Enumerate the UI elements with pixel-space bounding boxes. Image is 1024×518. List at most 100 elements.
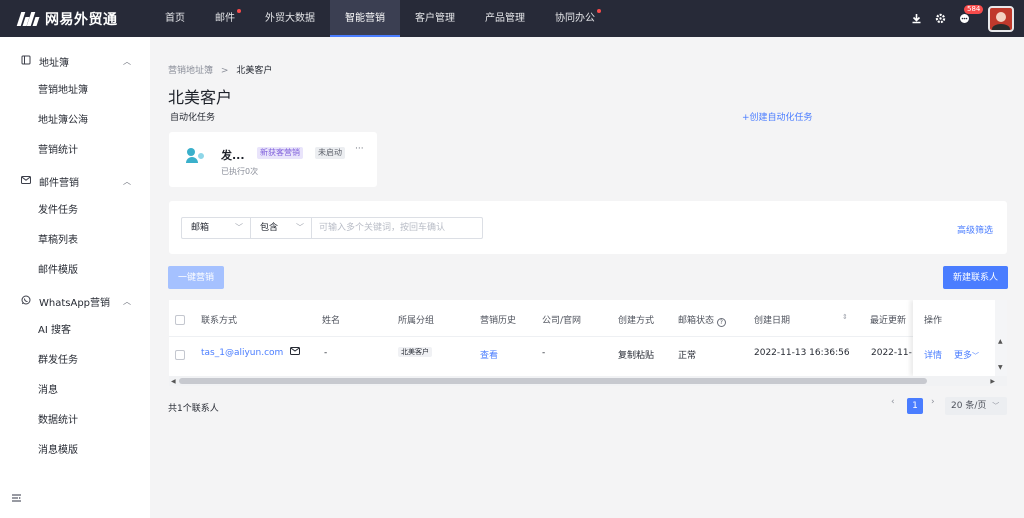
sidebar-item-mail-templates[interactable]: 邮件模版 bbox=[0, 256, 150, 286]
new-contact-button[interactable]: 新建联系人 bbox=[943, 266, 1008, 289]
help-icon[interactable]: ? bbox=[716, 318, 726, 327]
more-options-icon[interactable]: ··· bbox=[355, 144, 364, 154]
page-number-current[interactable]: 1 bbox=[907, 398, 923, 414]
breadcrumb-current: 北美客户 bbox=[236, 66, 273, 76]
chevron-up-icon: ︿ bbox=[123, 176, 131, 186]
book-icon bbox=[21, 55, 32, 68]
users-icon bbox=[186, 148, 208, 166]
filter-operator-value: 包含 bbox=[260, 223, 279, 233]
top-navbar: 网易外贸通 首页 邮件 外贸大数据 智能营销 客户管理 产品管理 协同办公 58… bbox=[0, 0, 1024, 37]
chevron-down-icon: ﹀ bbox=[992, 402, 1000, 410]
column-header-method: 创建方式 bbox=[618, 316, 655, 326]
top-right-tools: 584 bbox=[910, 0, 1024, 37]
sidebar-item-marketing-stats[interactable]: 营销统计 bbox=[0, 136, 150, 166]
sidebar-item-send-tasks[interactable]: 发件任务 bbox=[0, 196, 150, 226]
task-status-tag: 未启动 bbox=[315, 147, 345, 159]
filter-field-select[interactable]: 邮箱 ﹀ bbox=[181, 217, 251, 239]
more-actions-link[interactable]: 更多﹀ bbox=[954, 348, 979, 361]
sidebar-item-marketing-addressbook[interactable]: 营销地址簿 bbox=[0, 76, 150, 106]
nav-trade-data[interactable]: 外贸大数据 bbox=[250, 0, 330, 37]
nav-product[interactable]: 产品管理 bbox=[470, 0, 540, 37]
cell-group: 北美客户 bbox=[398, 347, 432, 357]
sidebar-group-addressbook[interactable]: 地址簿 ︿ bbox=[0, 46, 150, 76]
nav-customer[interactable]: 客户管理 bbox=[400, 0, 470, 37]
next-page-icon[interactable]: › bbox=[931, 397, 935, 407]
breadcrumb-parent[interactable]: 营销地址簿 bbox=[168, 66, 213, 76]
select-all-checkbox[interactable] bbox=[175, 315, 185, 325]
sidebar-item-public-pool[interactable]: 地址簿公海 bbox=[0, 106, 150, 136]
sidebar-group-whatsapp[interactable]: WhatsApp营销 ︿ bbox=[0, 286, 150, 316]
cell-name: - bbox=[324, 348, 328, 358]
sidebar-item-drafts[interactable]: 草稿列表 bbox=[0, 226, 150, 256]
sidebar-group-label: 邮件营销 bbox=[39, 177, 79, 189]
nav-mail[interactable]: 邮件 bbox=[200, 0, 250, 37]
filter-panel: 邮箱 ﹀ 包含 ﹀ 高级筛选 bbox=[169, 201, 1007, 254]
sidebar-item-message-templates[interactable]: 消息模版 bbox=[0, 436, 150, 466]
sidebar-item-data-stats[interactable]: 数据统计 bbox=[0, 406, 150, 436]
collapse-sidebar-icon[interactable] bbox=[11, 493, 22, 506]
column-header-updated: 最近更新 bbox=[870, 316, 907, 326]
message-badge: 584 bbox=[964, 4, 984, 14]
page-size-select[interactable]: 20 条/页 ﹀ bbox=[945, 397, 1007, 415]
nav-home[interactable]: 首页 bbox=[150, 0, 200, 37]
sidebar-item-broadcast-tasks[interactable]: 群发任务 bbox=[0, 346, 150, 376]
detail-link[interactable]: 详情 bbox=[924, 348, 942, 361]
contact-email-link[interactable]: tas_1@aliyun.com bbox=[201, 348, 283, 358]
scroll-up-icon[interactable]: ▲ bbox=[998, 338, 1003, 345]
automation-task-card[interactable]: 发... 新获客营销 未启动 ··· 已执行0次 bbox=[169, 132, 377, 187]
header-divider bbox=[169, 336, 1007, 337]
advanced-filter-link[interactable]: 高级筛选 bbox=[957, 223, 993, 236]
column-header-group: 所属分组 bbox=[398, 316, 435, 326]
horizontal-scrollbar[interactable]: ◀ ▶ bbox=[169, 376, 1007, 386]
scroll-left-icon[interactable]: ◀ bbox=[171, 378, 176, 385]
column-header-status: 邮箱状态 ? bbox=[678, 313, 726, 327]
nav-collab-label: 协同办公 bbox=[555, 13, 595, 24]
logo[interactable]: 网易外贸通 bbox=[0, 9, 150, 29]
cell-updated-date: 2022-11- bbox=[871, 348, 912, 358]
nav-collab[interactable]: 协同办公 bbox=[540, 0, 610, 37]
cell-email-status: 正常 bbox=[678, 351, 697, 361]
contacts-table: 联系方式 姓名 所属分组 营销历史 公司/官网 创建方式 邮箱状态 ? 创建日期… bbox=[169, 300, 1007, 386]
sidebar-item-ai-search[interactable]: AI 搜客 bbox=[0, 316, 150, 346]
bulk-marketing-button[interactable]: 一键营销 bbox=[168, 266, 224, 289]
gear-icon[interactable] bbox=[934, 13, 946, 25]
filter-operator-select[interactable]: 包含 ﹀ bbox=[250, 217, 312, 239]
sidebar-group-label: 地址簿 bbox=[39, 57, 69, 69]
download-icon[interactable] bbox=[910, 13, 922, 25]
avatar[interactable] bbox=[988, 5, 1014, 32]
create-automation-link[interactable]: +创建自动化任务 bbox=[742, 110, 813, 123]
column-header-status-label: 邮箱状态 bbox=[678, 316, 715, 326]
page-size-value: 20 条/页 bbox=[951, 401, 987, 411]
notification-dot bbox=[597, 9, 601, 13]
cell-created-date: 2022-11-13 16:36:56 bbox=[754, 348, 850, 358]
nav-smart-marketing[interactable]: 智能营销 bbox=[330, 0, 400, 37]
sort-icon[interactable]: ⇕ bbox=[842, 313, 848, 321]
sidebar-group-label: WhatsApp营销 bbox=[39, 297, 111, 309]
row-checkbox[interactable] bbox=[175, 350, 185, 360]
task-type-tag: 新获客营销 bbox=[257, 147, 303, 159]
horizontal-scroll-thumb[interactable] bbox=[179, 378, 927, 384]
nav-home-label: 首页 bbox=[165, 13, 185, 24]
sidebar-group-email-marketing[interactable]: 邮件营销 ︿ bbox=[0, 166, 150, 196]
scroll-right-icon[interactable]: ▶ bbox=[990, 378, 995, 385]
message-icon[interactable]: 584 bbox=[958, 4, 984, 25]
notification-dot bbox=[237, 9, 241, 13]
whatsapp-icon bbox=[21, 295, 32, 308]
main-content: 营销地址簿 > 北美客户 北美客户 自动化任务 +创建自动化任务 发... 新获… bbox=[150, 37, 1024, 518]
logo-mark-icon bbox=[16, 11, 41, 26]
operation-column: 操作 详情 更多﹀ bbox=[913, 300, 995, 376]
mail-icon[interactable] bbox=[290, 347, 300, 359]
column-header-company: 公司/官网 bbox=[542, 316, 582, 326]
main-nav: 首页 邮件 外贸大数据 智能营销 客户管理 产品管理 协同办公 bbox=[150, 0, 610, 37]
task-run-count: 已执行0次 bbox=[221, 167, 259, 176]
breadcrumb: 营销地址簿 > 北美客户 bbox=[168, 63, 272, 76]
breadcrumb-separator: > bbox=[220, 66, 229, 76]
sidebar-item-messages[interactable]: 消息 bbox=[0, 376, 150, 406]
total-contacts: 共1个联系人 bbox=[168, 404, 219, 414]
view-history-link[interactable]: 查看 bbox=[480, 348, 498, 361]
keyword-search-input[interactable] bbox=[311, 217, 483, 239]
scroll-down-icon[interactable]: ▼ bbox=[998, 364, 1003, 371]
prev-page-icon[interactable]: ‹ bbox=[891, 397, 895, 407]
vertical-scrollbar[interactable]: ▲ ▼ bbox=[995, 300, 1007, 376]
group-tag: 北美客户 bbox=[398, 347, 432, 357]
